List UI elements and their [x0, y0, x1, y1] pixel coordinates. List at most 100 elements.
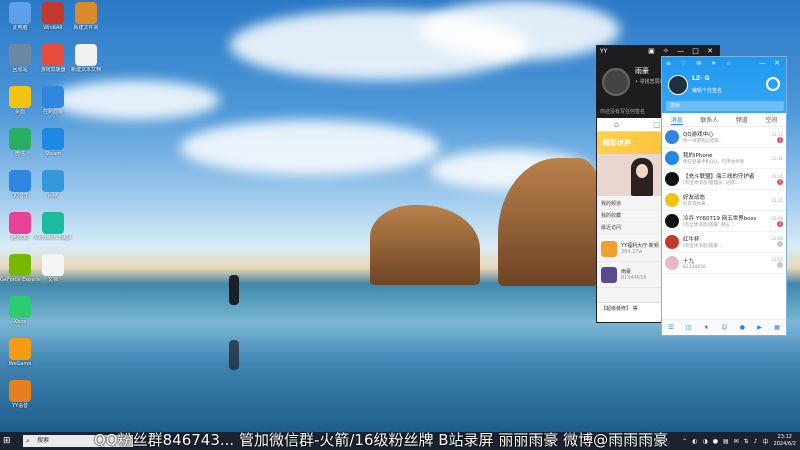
desktop-icon-label: Steam — [44, 151, 62, 157]
qq-window: ≡ ♡ ✉ ✦ ☆ — ✕ LZ· G 编辑个性签名 搜索 消息 联系人 频道 … — [661, 56, 787, 336]
tab-contacts[interactable]: 联系人 — [700, 115, 718, 124]
room-thumbnail — [601, 240, 617, 257]
network-icon[interactable]: ⇅ — [744, 438, 749, 445]
yy-title: YY — [600, 48, 608, 55]
tray-expand-icon[interactable]: ⌃ — [682, 438, 687, 445]
qq-header-icons[interactable]: ≡ ♡ ✉ ✦ ☆ — [666, 60, 735, 67]
phone-icon[interactable]: ▢ — [653, 120, 661, 129]
desktop-icon[interactable]: Microsoft Edge — [33, 212, 73, 241]
app-icon — [42, 254, 64, 276]
desktop-icon[interactable]: YY语音 — [0, 380, 40, 409]
chat-time: 23:11 — [771, 155, 783, 161]
unread-badge: 1 — [777, 220, 783, 227]
desktop-icon[interactable]: 网络 — [33, 170, 73, 199]
yy-signature[interactable]: 你还没有写任何签名 — [600, 108, 645, 115]
tab-channels[interactable]: 频道 — [736, 115, 748, 124]
chat-text: 我的iPhone 你已登录手机QQ，可传文件到 — [683, 151, 765, 165]
tab-messages[interactable]: 消息 — [670, 115, 683, 125]
desktop-icon[interactable]: 新建文件夹 — [66, 2, 106, 31]
chat-row[interactable]: 好友动态 好友等你来... 23:11 — [662, 190, 786, 211]
chat-row[interactable]: 红牛杯 [有全体消息]雨豪... 23:08 — [662, 232, 786, 253]
avatar[interactable] — [668, 75, 688, 95]
streamer-face — [636, 164, 648, 178]
chat-text: 【充斗联盟】海三线的守护者 [有全体消息]管理员: 记得... — [683, 172, 765, 186]
weather-sun-icon[interactable] — [766, 77, 780, 91]
unread-badge: 1 — [777, 178, 783, 185]
chat-row[interactable]: 十九 81344658 23:05 — [662, 253, 786, 274]
video-icon[interactable]: ▶ — [757, 324, 762, 331]
chat-row[interactable]: 【充斗联盟】海三线的守护者 [有全体消息]管理员: 记得... 23:11 1 — [662, 169, 786, 190]
apps-icon[interactable]: ▦ — [774, 324, 780, 331]
app-icon — [42, 128, 64, 150]
chat-meta: 23:08 — [765, 236, 783, 248]
qq-chat-list: QQ游戏中心 你一场游戏已结束... 23:11 1 我的iPhone 你已登录手机QQ，… — [662, 127, 786, 274]
chat-text: 十九 81344658 — [683, 257, 765, 270]
app-icon — [9, 170, 31, 192]
app-icon — [9, 44, 31, 66]
tray-app-icon[interactable]: ◑ — [702, 438, 707, 445]
chat-meta: 23:11 1 — [765, 132, 783, 143]
cloud — [50, 80, 220, 120]
chat-preview: 你已登录手机QQ，可传文件到 — [683, 160, 745, 165]
avatar[interactable] — [602, 68, 630, 96]
wet-sand — [0, 320, 800, 432]
desktop-icon[interactable]: Steam — [33, 128, 73, 157]
desktop-icon[interactable]: 新建文本文档 — [66, 44, 106, 73]
app-icon — [9, 380, 31, 402]
desktop-icon[interactable]: Xbox — [0, 296, 40, 325]
chat-name: 红牛杯 — [683, 237, 700, 243]
qq-signature[interactable]: 编辑个性签名 — [692, 87, 722, 94]
app-icon — [9, 86, 31, 108]
avatar — [665, 235, 679, 249]
tray-app-icon[interactable]: ▤ — [723, 438, 729, 445]
chat-name: 我的iPhone — [683, 153, 713, 159]
tray-app-icon[interactable]: ● — [713, 438, 718, 445]
chat-preview: 你一场游戏已结束... — [683, 139, 724, 144]
room-id: 81344658 — [621, 275, 647, 281]
status-icon[interactable]: ● — [740, 324, 745, 331]
tab-space[interactable]: 空间 — [765, 115, 777, 124]
chat-name: 好友动态 — [683, 195, 706, 201]
desktop-icon-label: Microsoft Edge — [34, 235, 72, 241]
tray-app-icon[interactable]: ◐ — [692, 438, 697, 445]
cloud — [420, 0, 620, 60]
chat-time: 23:08 — [771, 215, 783, 221]
app-icon — [9, 338, 31, 360]
avatar — [665, 256, 679, 270]
search-input[interactable]: 搜索 — [666, 101, 784, 111]
chat-name: 十九 — [683, 258, 695, 265]
system-tray: ⌃ ◐ ◑ ● ▤ ✉ ⇅ ♪ 中 23:12 2024/6/2 — [682, 433, 796, 449]
chat-text: 红牛杯 [有全体消息]雨豪... — [683, 235, 765, 249]
desktop-icon[interactable]: 控制面板 — [33, 86, 73, 115]
yy-window-controls[interactable]: ▣ ✧ — □ ✕ — [648, 47, 716, 55]
mail-icon[interactable]: ✉ — [734, 438, 739, 445]
desktop-icon-label: 新建文本文档 — [70, 67, 101, 73]
chat-time: 23:11 — [771, 173, 783, 179]
desktop-icon-label: Xbox — [13, 319, 27, 325]
home-icon[interactable]: ⌂ — [614, 120, 619, 129]
desktop-icon[interactable]: WeGame — [0, 338, 40, 367]
unread-badge — [777, 241, 783, 247]
clock[interactable]: 23:12 2024/6/2 — [774, 434, 796, 448]
desktop-icon-label: 文档 — [47, 277, 58, 283]
file-icon[interactable]: ◫ — [686, 324, 692, 331]
chat-preview: 好友等你来... — [683, 202, 710, 207]
chat-preview: 81344658 — [683, 264, 706, 270]
chat-meta: 23:08 1 — [765, 216, 783, 227]
avatar — [665, 214, 679, 228]
menu-icon[interactable]: ☰ — [668, 324, 673, 331]
app-icon — [42, 44, 64, 66]
avatar — [665, 130, 679, 144]
emoji-icon[interactable]: ☺ — [721, 324, 727, 331]
star-icon[interactable]: ★ — [704, 324, 709, 331]
desktop-icon[interactable]: 文档 — [33, 254, 73, 283]
chat-row[interactable]: 我的iPhone 你已登录手机QQ，可传文件到 23:11 — [662, 148, 786, 169]
chat-time: 23:11 — [771, 197, 783, 203]
chat-text: QQ游戏中心 你一场游戏已结束... — [683, 130, 765, 144]
chat-row[interactable]: 冷兵 YY60719 网五世界boss [有全体消息]雨豪: 网五... 23:08… — [662, 211, 786, 232]
volume-icon[interactable]: ♪ — [754, 438, 758, 445]
input-method-icon[interactable]: 中 — [763, 437, 769, 446]
app-icon — [9, 296, 31, 318]
chat-row[interactable]: QQ游戏中心 你一场游戏已结束... 23:11 1 — [662, 127, 786, 148]
qq-window-controls[interactable]: — ✕ — [759, 59, 783, 67]
